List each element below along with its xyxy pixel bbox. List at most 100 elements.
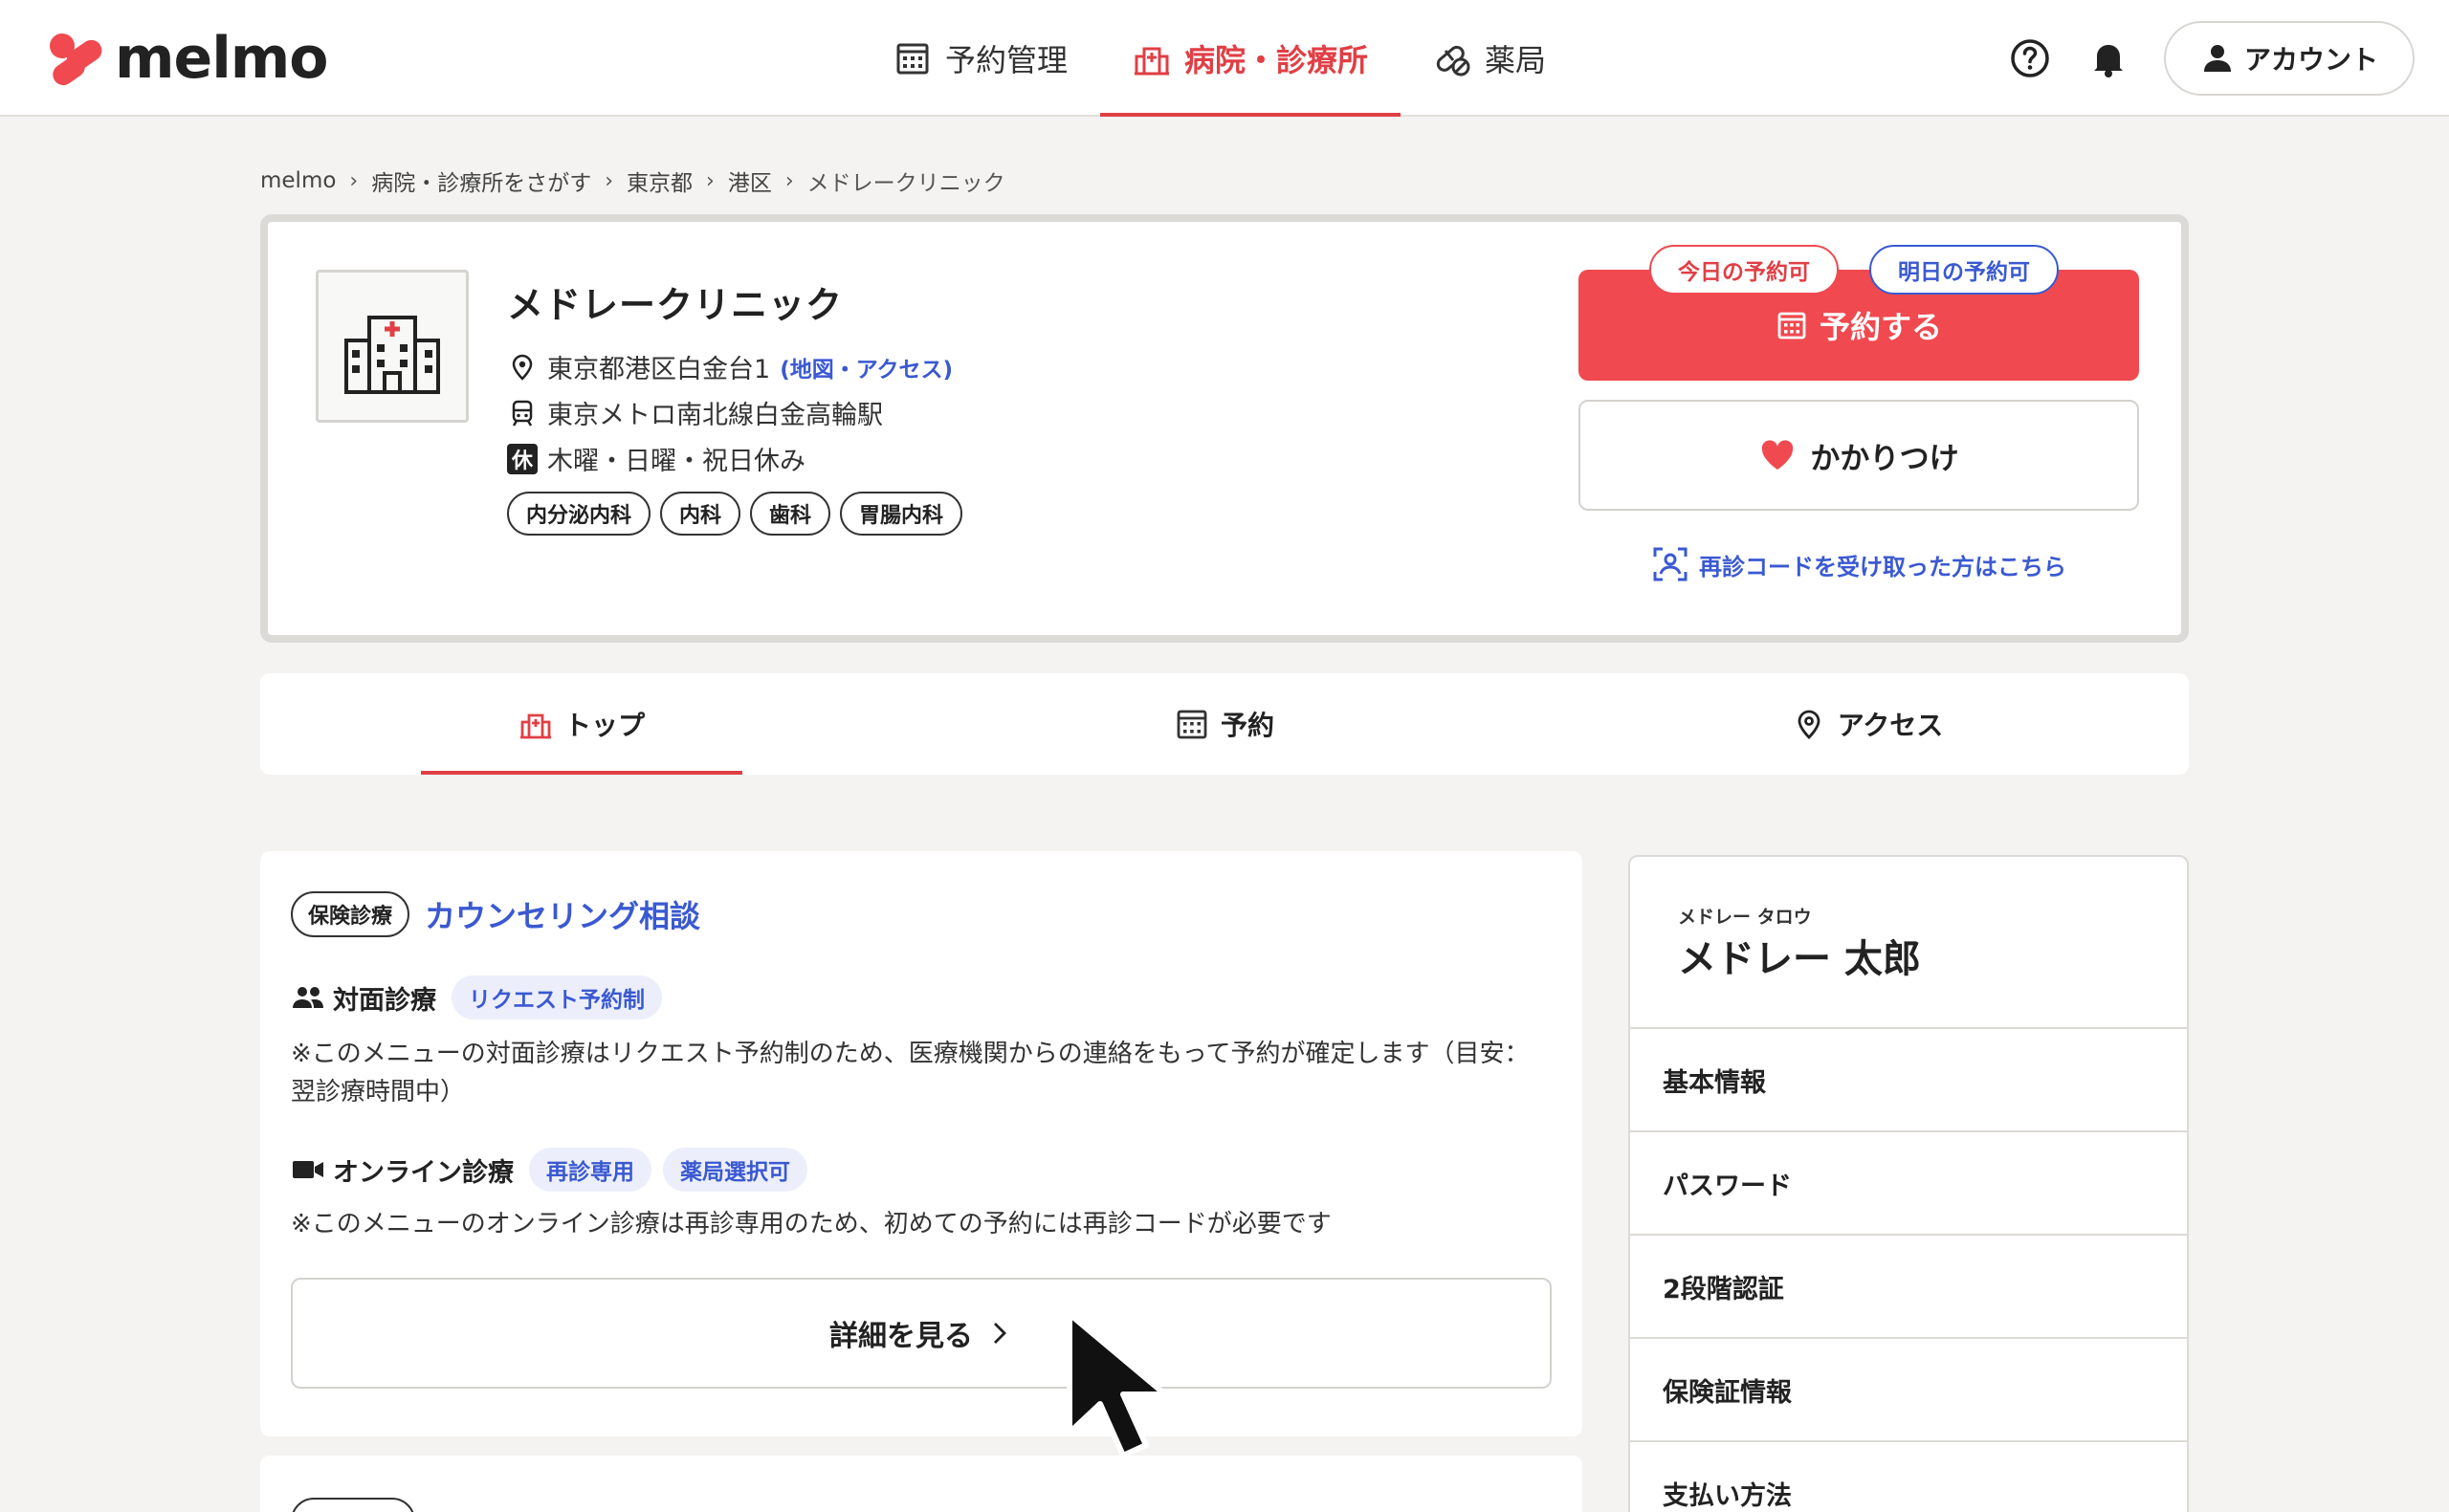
- nav-label: 薬局: [1485, 42, 1547, 78]
- view-details-label: 詳細を見る: [829, 1320, 973, 1353]
- tab-label: トップ: [563, 710, 645, 741]
- hospital-building-icon: [344, 316, 440, 394]
- breadcrumb-item[interactable]: 病院・診療所をさがす: [371, 164, 591, 197]
- hospital-icon: [1135, 47, 1170, 76]
- nav-label: 病院・診療所: [1184, 42, 1369, 78]
- clinic-address: 東京都港区白金台1: [547, 355, 771, 384]
- user-name: メドレー 太郎: [1678, 937, 1921, 981]
- help-icon[interactable]: [2007, 35, 2053, 81]
- global-nav: 予約管理 病院・診療所 薬局: [861, 0, 1578, 117]
- map-pin-icon: [512, 354, 533, 381]
- sidebar-item-payment[interactable]: 支払い方法: [1630, 1442, 2187, 1512]
- header-actions: アカウント: [2007, 21, 2415, 96]
- sidebar-item-insurance-card[interactable]: 保険証情報: [1630, 1339, 2187, 1442]
- tab-access[interactable]: アクセス: [1546, 673, 2189, 775]
- melmo-logo-mark-icon: [50, 33, 102, 86]
- online-label: オンライン診療: [333, 1157, 514, 1188]
- department-tags: 内分泌内科 内科 歯科 胃腸内科: [507, 492, 972, 536]
- account-sidebar: メドレー タロウ メドレー 太郎 基本情報 パスワード 2段階認証 保険証情報 …: [1628, 855, 2189, 1512]
- sidebar-item-two-factor[interactable]: 2段階認証: [1630, 1236, 2187, 1339]
- clinic-station-row: 東京メトロ南北線白金高輪駅: [507, 394, 883, 431]
- breadcrumb-item[interactable]: 港区: [728, 164, 772, 197]
- video-camera-icon: [293, 1161, 323, 1178]
- request-reservation-chip: リクエスト予約制: [452, 975, 662, 1019]
- map-pin-icon: [1798, 710, 1820, 739]
- brand-name: melmo: [115, 25, 329, 92]
- breadcrumb: melmo › 病院・診療所をさがす › 東京都 › 港区 › メドレークリニッ…: [260, 164, 1005, 197]
- train-icon: [512, 400, 533, 427]
- melmo-logo[interactable]: melmo: [44, 25, 329, 92]
- today-available-badge: 今日の予約可: [1649, 245, 1839, 295]
- calendar-icon: [1177, 710, 1207, 739]
- revisit-link-label: 再診コードを受け取った方はこちら: [1699, 553, 2066, 581]
- user-name-kana: メドレー タロウ: [1678, 907, 1812, 928]
- department-tag: 内分泌内科: [507, 492, 651, 536]
- user-icon: [2203, 45, 2231, 72]
- nav-label: 予約管理: [945, 42, 1069, 78]
- bell-icon[interactable]: [2085, 35, 2131, 81]
- tomorrow-available-badge: 明日の予約可: [1869, 245, 2059, 295]
- pill-icon: [1436, 45, 1470, 77]
- clinic-image: [316, 270, 469, 423]
- chevron-right-icon: ›: [349, 168, 359, 193]
- insurance-badge: 保険診療: [291, 891, 410, 937]
- tab-top[interactable]: トップ: [260, 673, 903, 775]
- clinic-station: 東京メトロ南北線白金高輪駅: [547, 401, 883, 430]
- department-tag: 歯科: [750, 492, 831, 536]
- revisit-only-chip: 再診専用: [529, 1148, 651, 1192]
- breadcrumb-item[interactable]: melmo: [260, 168, 336, 193]
- favorite-label: かかりつけ: [1810, 441, 1959, 476]
- insurance-badge: [291, 1498, 415, 1512]
- people-icon: [293, 987, 323, 1008]
- user-profile: メドレー タロウ メドレー 太郎: [1630, 857, 2187, 1029]
- tab-label: 予約: [1220, 710, 1274, 741]
- menu-title-link[interactable]: [430, 1500, 631, 1512]
- sidebar-item-password[interactable]: パスワード: [1630, 1132, 2187, 1236]
- menu-title-row: 保険診療 カウンセリング相談: [291, 891, 700, 937]
- mouse-cursor-icon: [1067, 1311, 1168, 1458]
- account-button[interactable]: アカウント: [2163, 21, 2415, 96]
- closed-badge: 休: [507, 443, 538, 474]
- breadcrumb-current: メドレークリニック: [806, 171, 1005, 196]
- menu-card: 保険診療 カウンセリング相談 対面診療 リクエスト予約制 ※このメニューの対面診…: [260, 851, 1582, 1436]
- online-row: オンライン診療 再診専用 薬局選択可: [291, 1148, 819, 1192]
- favorite-clinic-button[interactable]: かかりつけ: [1578, 400, 2139, 511]
- clinic-tabs: トップ 予約 アクセス: [260, 673, 2189, 775]
- department-tag: 胃腸内科: [840, 492, 963, 536]
- calendar-icon: [896, 43, 929, 75]
- in-person-label: 対面診療: [333, 985, 436, 1016]
- breadcrumb-item[interactable]: 東京都: [627, 164, 693, 197]
- menu-card: [260, 1456, 1582, 1512]
- in-person-row: 対面診療 リクエスト予約制: [291, 975, 673, 1019]
- nav-item-reservations[interactable]: 予約管理: [861, 0, 1100, 117]
- online-note: ※このメニューのオンライン診療は再診専用のため、初めての予約には再診コードが必要…: [291, 1210, 1332, 1238]
- chevron-right-icon: ›: [605, 168, 614, 193]
- clinic-closed-row: 休 木曜・日曜・祝日休み: [507, 440, 805, 477]
- top-header: melmo 予約管理 病院・診療所 薬局 アカウント: [0, 0, 2449, 117]
- map-access-link[interactable]: (地図・アクセス): [780, 351, 953, 383]
- heart-icon: [1762, 440, 1794, 470]
- pharmacy-selectable-chip: 薬局選択可: [663, 1148, 807, 1192]
- clinic-closed-days: 木曜・日曜・祝日休み: [547, 447, 805, 476]
- revisit-code-link[interactable]: 再診コードを受け取った方はこちら: [1578, 545, 2139, 583]
- hospital-icon: [519, 713, 551, 739]
- clinic-address-row: 東京都港区白金台1 (地図・アクセス): [507, 348, 953, 385]
- reserve-label: 予約する: [1819, 309, 1942, 345]
- chevron-right-icon: ›: [706, 168, 715, 193]
- account-label: アカウント: [2243, 44, 2378, 76]
- tab-label: アクセス: [1837, 710, 1944, 741]
- calendar-icon: [1777, 312, 1806, 340]
- department-tag: 内科: [660, 492, 741, 536]
- view-details-button[interactable]: 詳細を見る: [291, 1278, 1552, 1389]
- chevron-right-icon: [994, 1323, 1006, 1344]
- clinic-summary-card: メドレークリニック 東京都港区白金台1 (地図・アクセス) 東京メトロ南北線白金…: [260, 214, 2189, 643]
- menu-title-link[interactable]: カウンセリング相談: [425, 892, 700, 936]
- sidebar-item-basic-info[interactable]: 基本情報: [1630, 1029, 2187, 1132]
- clinic-name: メドレークリニック: [507, 284, 844, 326]
- in-person-note: ※このメニューの対面診療はリクエスト予約制のため、医療機関からの連絡をもって予約…: [291, 1040, 1530, 1107]
- tab-reserve[interactable]: 予約: [903, 673, 1546, 775]
- scan-person-icon: [1653, 547, 1688, 581]
- nav-item-pharmacy[interactable]: 薬局: [1401, 0, 1578, 117]
- chevron-right-icon: ›: [784, 168, 794, 193]
- nav-item-hospitals[interactable]: 病院・診療所: [1100, 0, 1401, 117]
